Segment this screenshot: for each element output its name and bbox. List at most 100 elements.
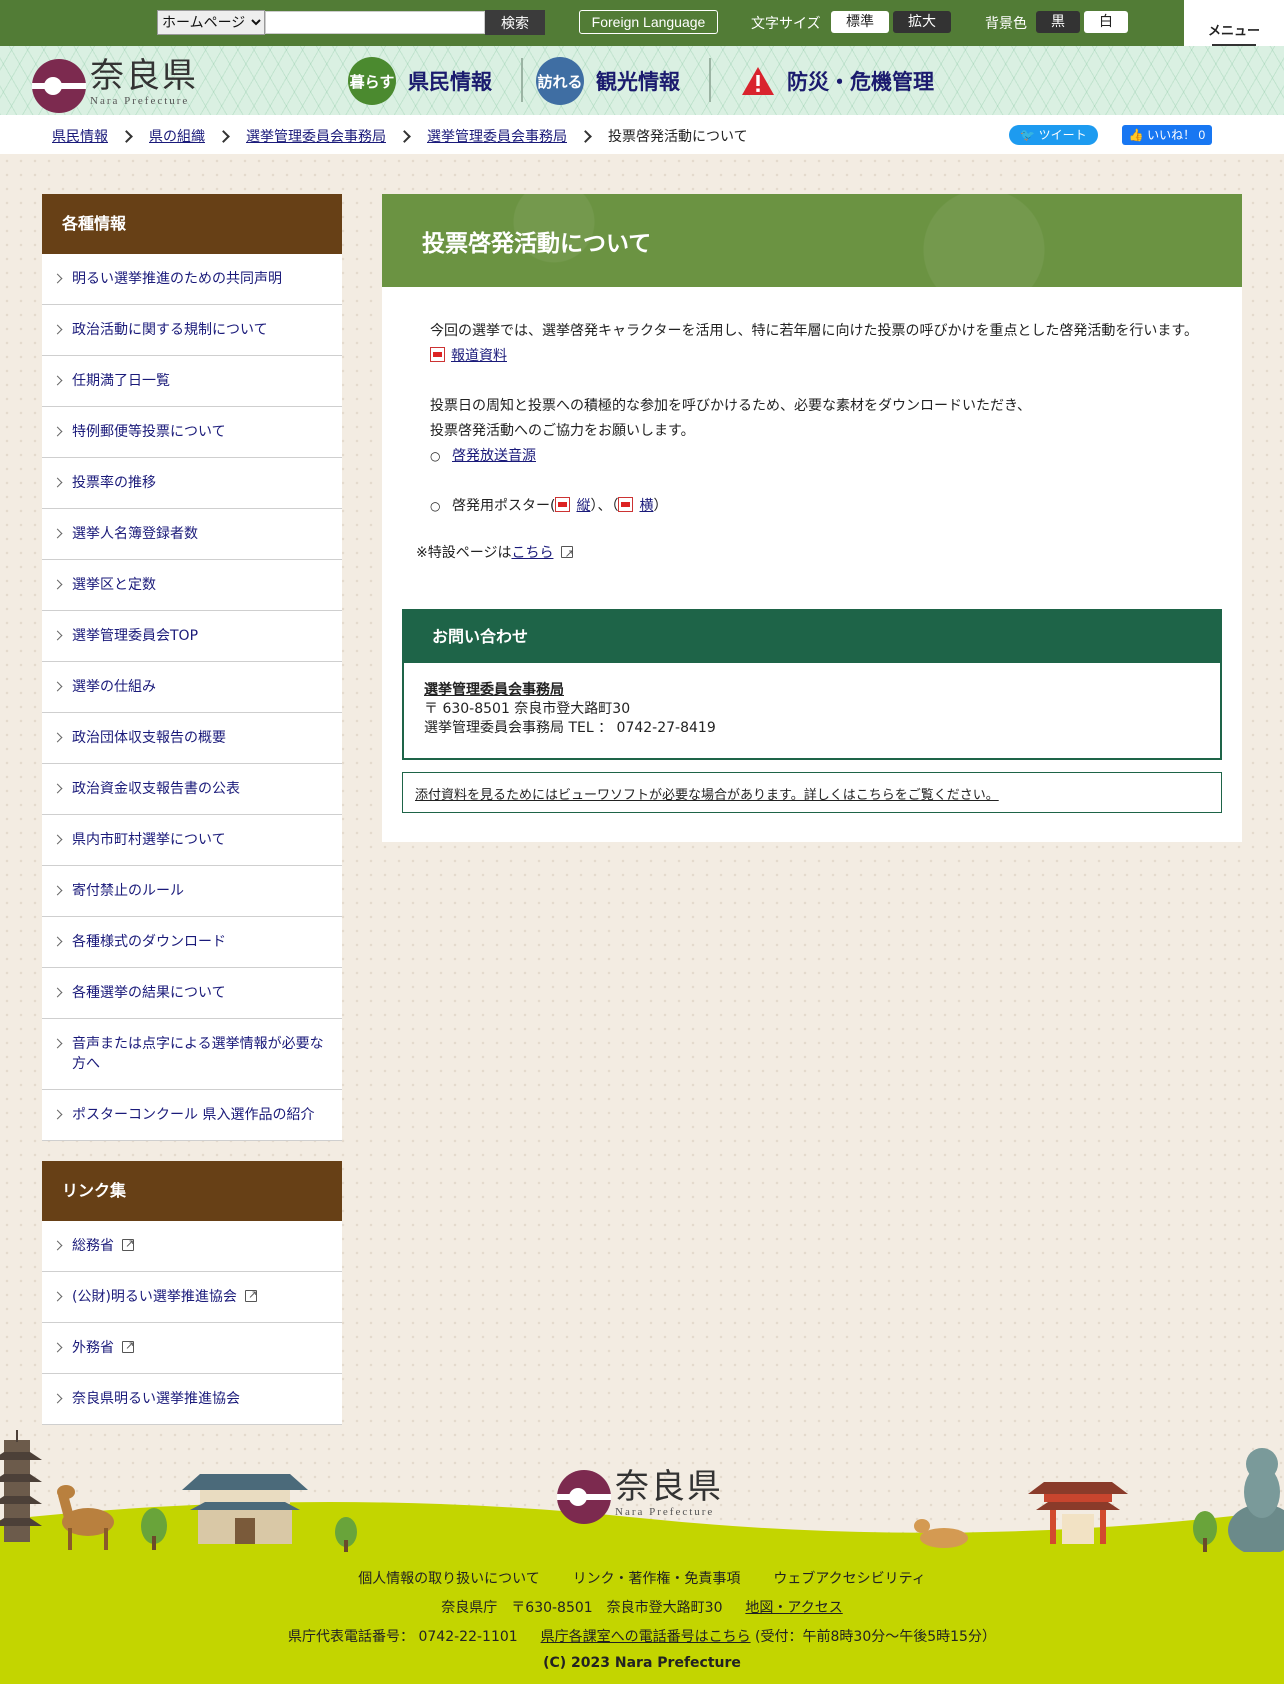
contact-tel: 選挙管理委員会事務局 TEL ： 0742-27-8419 — [424, 720, 716, 736]
otozureru-badge-icon: 訪れる — [536, 57, 584, 105]
request-text: 投票日の周知と投票への積極的な参加を呼びかけるため、必要な素材をダウンロードいた… — [430, 398, 1032, 414]
sidebar-link-item[interactable]: 奈良県明るい選挙推進協会 — [42, 1374, 342, 1425]
sidebar-item[interactable]: 任期満了日一覧 — [42, 356, 342, 407]
nav-kenmin[interactable]: 暮らす 県民情報 — [348, 56, 492, 106]
nav-kanko[interactable]: 訪れる 観光情報 — [536, 56, 680, 106]
poster-separator: ）、（ — [590, 498, 619, 514]
search-input[interactable] — [265, 11, 485, 34]
site-header: 奈良県 Nara Prefecture 暮らす 県民情報 訪れる 観光情報 防災… — [0, 46, 1284, 115]
special-page-link[interactable]: こちら — [511, 545, 553, 561]
footer-logo[interactable]: 奈良県 Nara Prefecture — [557, 1468, 723, 1524]
sidebar-item[interactable]: 政治活動に関する規制について — [42, 305, 342, 356]
bg-white-button[interactable]: 白 — [1084, 11, 1128, 33]
external-link-icon — [122, 1234, 134, 1254]
footer-phone: 県庁代表電話番号： 0742-22-1101 県庁各課室への電話番号はこちら (… — [0, 1626, 1284, 1646]
bg-black-button[interactable]: 黒 — [1036, 11, 1080, 33]
special-page-line: ※特設ページはこちら — [416, 541, 1220, 566]
footer-phone-link[interactable]: 県庁各課室への電話番号はこちら — [541, 1629, 751, 1645]
menu-label: メニュー — [1207, 24, 1260, 39]
tweet-label: ツイート — [1038, 128, 1087, 142]
breadcrumb-item[interactable]: 県民情報 — [52, 126, 108, 146]
sidebar-item[interactable]: 政治団体収支報告の概要 — [42, 713, 342, 764]
thumbs-up-icon: 👍 — [1128, 128, 1144, 142]
breadcrumb-item[interactable]: 選挙管理委員会事務局 — [246, 126, 386, 146]
site-search: ホームページ 検索 — [157, 10, 545, 35]
viewer-software-link[interactable]: 添付資料を見るためにはビューワソフトが必要な場合があります。詳しくはこちらをご覧… — [415, 788, 999, 803]
copyright: (C) 2023 Nara Prefecture — [543, 1655, 741, 1671]
twitter-bird-icon: 🐦 — [1020, 128, 1036, 142]
chevron-right-icon — [120, 129, 133, 143]
poster-vertical-link[interactable]: 縦 — [576, 498, 590, 514]
footer-link-privacy[interactable]: 個人情報の取り扱いについて — [358, 1571, 540, 1587]
sidebar-item[interactable]: 寄付禁止のルール — [42, 866, 342, 917]
chevron-right-icon — [398, 129, 411, 143]
pdf-icon — [618, 497, 634, 512]
sidebar-item[interactable]: 選挙の仕組み — [42, 662, 342, 713]
breadcrumb-bar: 県民情報 県の組織 選挙管理委員会事務局 選挙管理委員会事務局 投票啓発活動につ… — [0, 115, 1284, 154]
like-label: いいね！ 0 — [1147, 128, 1206, 142]
list-item: 啓発用ポスター(縦）、（ 横） — [430, 494, 1220, 519]
facebook-like-button[interactable]: 👍 いいね！ 0 — [1122, 125, 1212, 145]
article-body: 今回の選挙では、選挙啓発キャラクターを活用し、特に若年層に向けた投票の呼びかけを… — [416, 319, 1220, 566]
sidebar-item[interactable]: 選挙管理委員会TOP — [42, 611, 342, 662]
chevron-right-icon — [217, 129, 230, 143]
prefecture-emblem-icon — [32, 59, 86, 113]
poster-horizontal-link[interactable]: 横 — [639, 498, 653, 514]
external-link-icon — [561, 541, 574, 566]
logo-subtext: Nara Prefecture — [90, 95, 190, 107]
font-standard-button[interactable]: 標準 — [831, 11, 889, 33]
page-title: 投票啓発活動について — [422, 231, 652, 257]
sidebar-item[interactable]: 政治資金収支報告書の公表 — [42, 764, 342, 815]
footer-logo-text: 奈良県 — [615, 1467, 723, 1507]
bg-color-label: 背景色 — [985, 16, 1027, 32]
external-link-icon — [244, 1285, 257, 1305]
list-item: 啓発放送音源 — [430, 444, 1220, 469]
sidebar-item[interactable]: 特例郵便等投票について — [42, 407, 342, 458]
sidebar-item[interactable]: 音声または点字による選挙情報が必要な方へ — [42, 1019, 342, 1090]
temple-icon — [182, 1474, 308, 1544]
warning-icon — [742, 67, 774, 95]
sidebar-item[interactable]: 選挙人名簿登録者数 — [42, 509, 342, 560]
sidebar-link-label: 外務省 — [72, 1340, 114, 1356]
breadcrumb: 県民情報 県の組織 選挙管理委員会事務局 選挙管理委員会事務局 投票啓発活動につ… — [52, 126, 748, 146]
footer-map-link[interactable]: 地図・アクセス — [745, 1600, 842, 1616]
sidebar-link-label: 総務省 — [72, 1238, 114, 1254]
sidebar-item[interactable]: 明るい選挙推進のための共同声明 — [42, 254, 342, 305]
sidebar-link-label: (公財)明るい選挙推進協会 — [72, 1289, 237, 1305]
sidebar-list: 明るい選挙推進のための共同声明 政治活動に関する規制について 任期満了日一覧 特… — [42, 254, 342, 1141]
audio-download-link[interactable]: 啓発放送音源 — [452, 448, 536, 464]
poster-close: ） — [653, 498, 668, 514]
sidebar: 各種情報 明るい選挙推進のための共同声明 政治活動に関する規制について 任期満了… — [42, 194, 342, 1425]
nav-bousai[interactable]: 防災・危機管理 — [741, 56, 934, 106]
sidebar-item[interactable]: 各種選挙の結果について — [42, 968, 342, 1019]
sidebar-item[interactable]: 選挙区と定数 — [42, 560, 342, 611]
breadcrumb-item[interactable]: 選挙管理委員会事務局 — [427, 126, 567, 146]
footer: 個人情報の取り扱いについて リンク・著作権・免責事項 ウェブアクセシビリティ 奈… — [0, 1552, 1284, 1684]
site-select[interactable]: ホームページ — [157, 10, 265, 35]
pdf-icon — [555, 497, 571, 512]
tweet-button[interactable]: 🐦 ツイート — [1009, 125, 1098, 145]
sidebar-item[interactable]: 県内市町村選挙について — [42, 815, 342, 866]
sidebar-link-item[interactable]: (公財)明るい選挙推進協会 — [42, 1272, 342, 1323]
sidebar-link-item[interactable]: 総務省 — [42, 1221, 342, 1272]
sidebar-item[interactable]: ポスターコンクール 県入選作品の紹介 — [42, 1090, 342, 1141]
site-logo[interactable]: 奈良県 Nara Prefecture — [32, 57, 198, 113]
viewer-software-note: 添付資料を見るためにはビューワソフトが必要な場合があります。詳しくはこちらをご覧… — [402, 772, 1222, 813]
buddha-statue-icon — [1228, 1448, 1284, 1552]
footer-link-accessibility[interactable]: ウェブアクセシビリティ — [773, 1571, 925, 1587]
sidebar-item[interactable]: 各種様式のダウンロード — [42, 917, 342, 968]
intro-text: 今回の選挙では、選挙啓発キャラクターを活用し、特に若年層に向けた投票の呼びかけを… — [430, 323, 1199, 339]
sidebar-item[interactable]: 投票率の推移 — [42, 458, 342, 509]
breadcrumb-item[interactable]: 県の組織 — [149, 126, 205, 146]
chevron-right-icon — [579, 129, 592, 143]
foreign-language-button[interactable]: Foreign Language — [579, 10, 718, 34]
nav-bousai-label: 防災・危機管理 — [787, 70, 934, 94]
sidebar-section-title: 各種情報 — [42, 194, 342, 254]
special-page-label: ※特設ページは — [416, 545, 512, 561]
footer-link-copyright[interactable]: リンク・著作権・免責事項 — [573, 1571, 741, 1587]
contact-department[interactable]: 選挙管理委員会事務局 — [424, 681, 1200, 700]
search-button[interactable]: 検索 — [485, 10, 545, 35]
sidebar-link-item[interactable]: 外務省 — [42, 1323, 342, 1374]
press-release-link[interactable]: 報道資料 — [451, 348, 507, 364]
font-large-button[interactable]: 拡大 — [893, 11, 951, 33]
